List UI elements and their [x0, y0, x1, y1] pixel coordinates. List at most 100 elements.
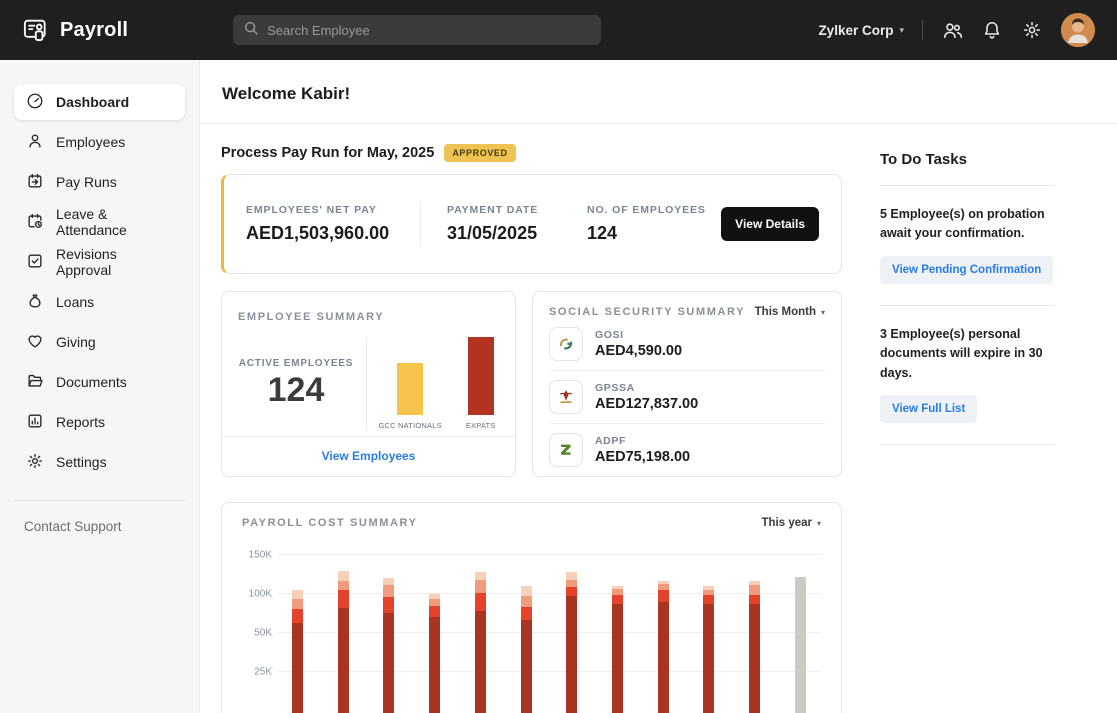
app-name: Payroll	[60, 19, 128, 42]
employee-summary-title: EMPLOYEE SUMMARY	[238, 311, 384, 323]
payroll-cost-bar[interactable]	[292, 590, 303, 713]
active-employees-stat: ACTIVE EMPLOYEES 124	[232, 358, 360, 410]
view-employees-link[interactable]: View Employees	[322, 449, 416, 463]
social-security-title: SOCIAL SECURITY SUMMARY	[549, 306, 745, 318]
todo-task-probation: 5 Employee(s) on probation await your co…	[880, 205, 1055, 306]
payroll-cost-plot: 150K 100K 50K 25K	[242, 537, 821, 713]
stat-value: 124	[587, 223, 706, 244]
payroll-cost-period-dropdown[interactable]: This year ▾	[761, 517, 821, 529]
view-details-button[interactable]: View Details	[721, 207, 819, 241]
ss-name: ADPF	[595, 435, 690, 447]
adpf-logo	[549, 433, 583, 467]
user-avatar[interactable]	[1061, 13, 1095, 47]
sidebar-item-label: Dashboard	[56, 94, 129, 110]
sidebar-item-label: Reports	[56, 414, 105, 430]
gridline-100k: 100K	[278, 593, 821, 594]
contact-support-link[interactable]: Contact Support	[24, 519, 199, 534]
caret-down-icon: ▾	[821, 308, 825, 317]
bell-icon[interactable]	[981, 19, 1003, 41]
sidebar-item-leave-attendance[interactable]: Leave & Attendance	[14, 204, 185, 240]
settings-icon	[26, 452, 44, 473]
stat-value: 124	[232, 371, 360, 410]
sidebar-item-pay-runs[interactable]: Pay Runs	[14, 164, 185, 200]
sidebar-item-settings[interactable]: Settings	[14, 444, 185, 480]
stat-divider	[420, 201, 421, 247]
employees-icon	[26, 132, 44, 153]
sidebar-item-label: Giving	[56, 334, 96, 350]
gpssa-row: GPSSA AED127,837.00	[549, 371, 825, 424]
caret-down-icon: ▾	[817, 519, 821, 528]
topbar: Payroll Zylker Corp ▾	[0, 0, 1117, 60]
payroll-cost-bar[interactable]	[703, 586, 714, 713]
ss-amount: AED4,590.00	[595, 343, 682, 359]
social-security-card: SOCIAL SECURITY SUMMARY This Month ▾	[532, 291, 842, 477]
sidebar-item-documents[interactable]: Documents	[14, 364, 185, 400]
task-text: 5 Employee(s) on probation await your co…	[880, 205, 1055, 244]
task-divider	[880, 444, 1055, 445]
social-security-period-dropdown[interactable]: This Month ▾	[755, 306, 825, 318]
search-icon	[243, 20, 259, 41]
gridline-50k: 50K	[278, 632, 821, 633]
sidebar-item-revisions-approval[interactable]: Revisions Approval	[14, 244, 185, 280]
sidebar-item-reports[interactable]: Reports	[14, 404, 185, 440]
gpssa-logo	[549, 380, 583, 414]
sidebar-item-employees[interactable]: Employees	[14, 124, 185, 160]
search-input[interactable]	[267, 23, 591, 38]
todo-panel: To Do Tasks 5 Employee(s) on probation a…	[842, 124, 1117, 713]
payroll-cost-bar[interactable]	[612, 586, 623, 713]
ss-name: GPSSA	[595, 382, 698, 394]
payroll-cost-bar[interactable]	[429, 594, 440, 713]
stat-label: NO. OF EMPLOYEES	[587, 204, 706, 216]
payroll-cost-bar[interactable]	[338, 571, 349, 713]
payroll-cost-bar[interactable]	[566, 572, 577, 713]
vertical-divider	[366, 338, 367, 430]
stat-value: 31/05/2025	[447, 223, 587, 244]
todo-task-documents: 3 Employee(s) personal documents will ex…	[880, 325, 1055, 445]
sidebar-item-label: Documents	[56, 374, 127, 390]
view-full-list-button[interactable]: View Full List	[880, 395, 977, 423]
expats-bar	[468, 337, 494, 415]
payroll-cost-bar[interactable]	[749, 581, 760, 713]
period-value: This year	[761, 517, 812, 529]
pay-runs-icon	[26, 172, 44, 193]
payrun-title: Process Pay Run for May, 2025	[221, 145, 434, 161]
sidebar-item-label: Loans	[56, 294, 94, 310]
sidebar: Dashboard Employees Pay Runs Leav	[0, 60, 200, 713]
gear-icon[interactable]	[1021, 19, 1043, 41]
gcc-nationals-label: GCC NATIONALS	[379, 421, 442, 430]
search-box[interactable]	[233, 15, 601, 45]
expats-label: EXPATS	[466, 421, 496, 430]
users-icon[interactable]	[941, 19, 963, 41]
dashboard-icon	[26, 92, 44, 113]
sidebar-item-giving[interactable]: Giving	[14, 324, 185, 360]
payroll-cost-bar[interactable]	[475, 572, 486, 713]
payroll-cost-title: PAYROLL COST SUMMARY	[242, 517, 418, 529]
task-divider	[880, 305, 1055, 306]
documents-icon	[26, 372, 44, 393]
payroll-cost-card: PAYROLL COST SUMMARY This year ▾ 150K 10…	[221, 502, 842, 713]
payroll-cost-bar[interactable]	[521, 586, 532, 713]
payroll-cost-bar[interactable]	[383, 578, 394, 713]
payroll-cost-bar[interactable]	[795, 577, 806, 713]
employee-mini-chart: GCC NATIONALS EXPATS	[373, 337, 501, 430]
org-selector[interactable]: Zylker Corp ▾	[818, 23, 904, 38]
sidebar-item-label: Employees	[56, 134, 125, 150]
todo-divider	[880, 185, 1055, 186]
stat-label: EMPLOYEES' NET PAY	[246, 204, 414, 216]
revisions-approval-icon	[26, 252, 44, 273]
status-badge: APPROVED	[444, 144, 515, 162]
topbar-divider	[922, 20, 923, 40]
org-name: Zylker Corp	[818, 23, 893, 38]
sidebar-item-loans[interactable]: Loans	[14, 284, 185, 320]
sidebar-item-label: Pay Runs	[56, 174, 117, 190]
payroll-cost-bar[interactable]	[658, 581, 669, 713]
ss-amount: AED75,198.00	[595, 449, 690, 465]
sidebar-item-label: Leave & Attendance	[56, 206, 173, 238]
net-pay-stat: EMPLOYEES' NET PAY AED1,503,960.00	[246, 204, 414, 244]
period-value: This Month	[755, 306, 816, 318]
sidebar-item-dashboard[interactable]: Dashboard	[14, 84, 185, 120]
payrun-card: EMPLOYEES' NET PAY AED1,503,960.00 PAYME…	[221, 174, 842, 274]
view-pending-confirmation-button[interactable]: View Pending Confirmation	[880, 256, 1053, 284]
stat-label: PAYMENT DATE	[447, 204, 587, 216]
loans-icon	[26, 292, 44, 313]
